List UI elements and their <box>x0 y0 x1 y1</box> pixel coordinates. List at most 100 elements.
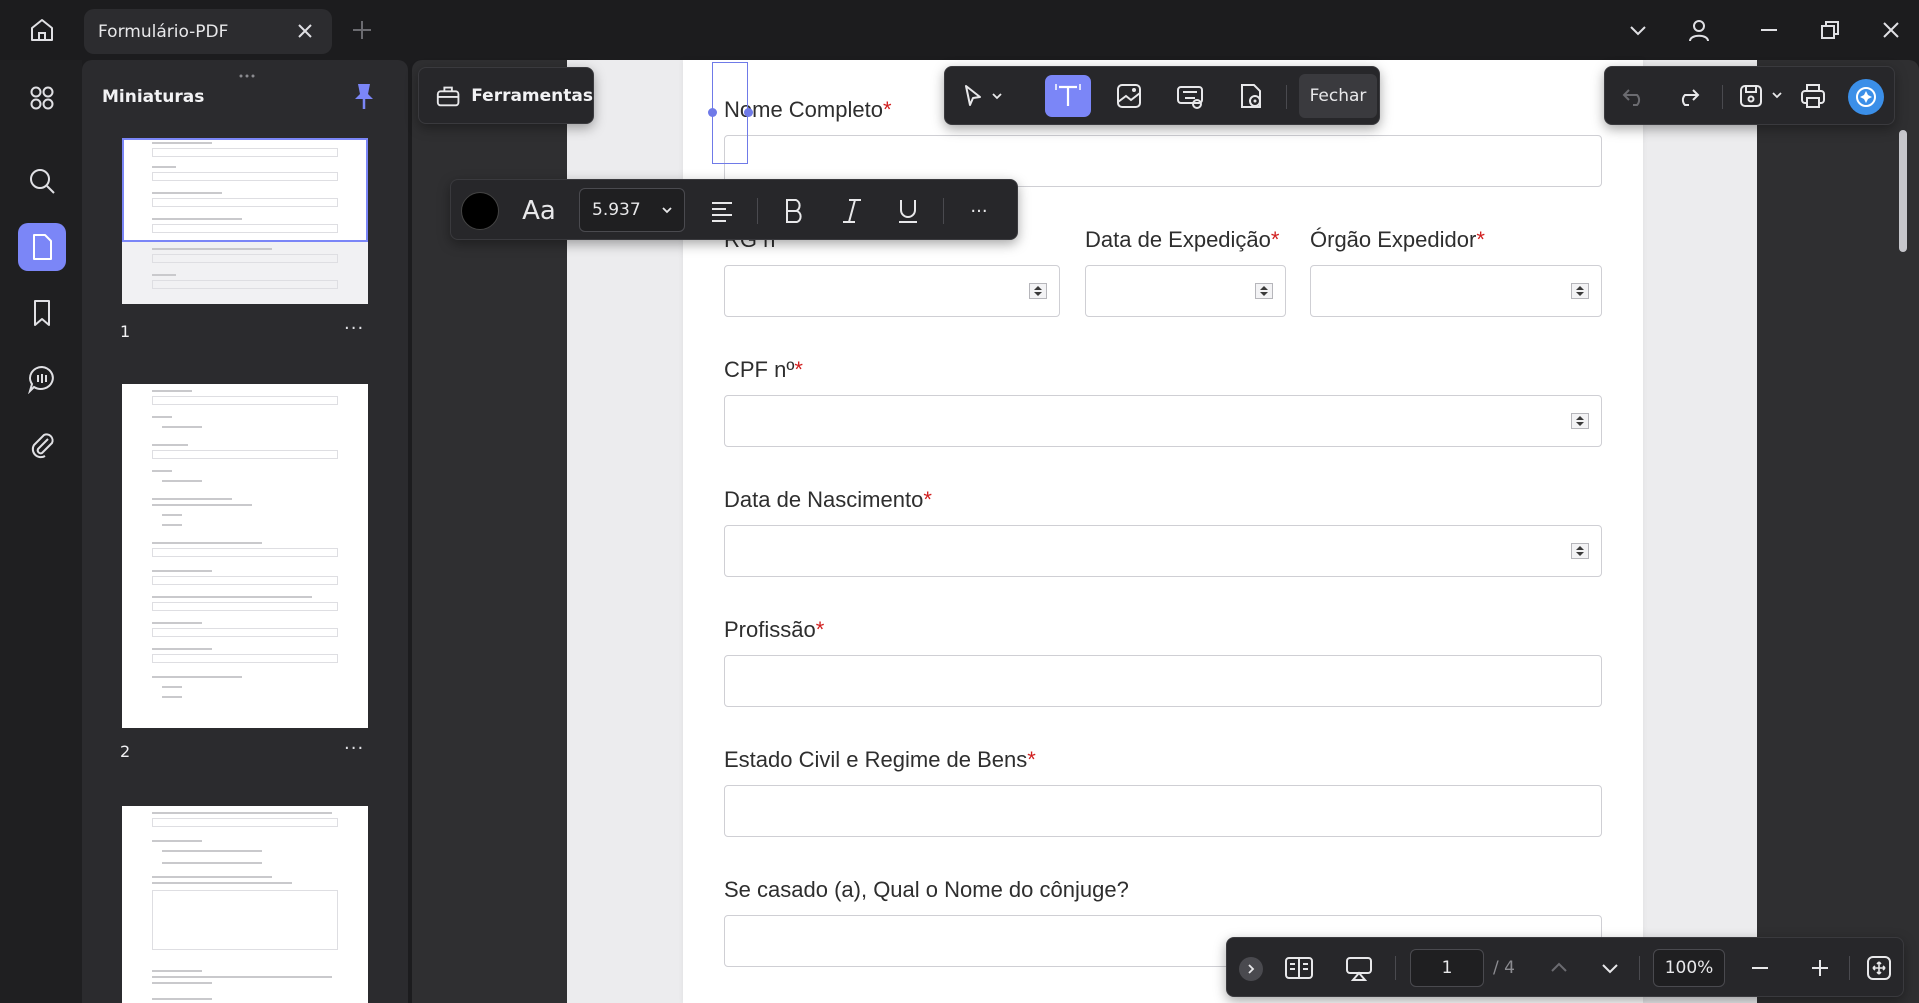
save-dropdown-icon[interactable] <box>1769 87 1785 103</box>
separator <box>1849 956 1850 980</box>
chevron-down-icon[interactable] <box>1622 14 1654 46</box>
actions-bar <box>1604 66 1895 125</box>
field-label-orgao: Órgão Expedidor* <box>1310 227 1485 252</box>
data-nascimento-input[interactable] <box>724 525 1602 577</box>
text-format-bar: Aa 5.937 ··· <box>450 179 1018 240</box>
separator <box>1722 85 1723 109</box>
restore-icon[interactable] <box>1814 14 1846 46</box>
rg-input[interactable] <box>724 265 1060 317</box>
ai-assistant-icon[interactable] <box>1848 79 1884 115</box>
separator <box>1395 956 1396 980</box>
comments-icon[interactable] <box>18 355 66 403</box>
close-window-icon[interactable] <box>1875 14 1907 46</box>
thumbnail-page-2[interactable] <box>122 384 368 728</box>
pin-icon[interactable] <box>350 80 378 112</box>
data-expedicao-input[interactable] <box>1085 265 1286 317</box>
align-icon[interactable] <box>705 194 739 228</box>
separator <box>1286 85 1287 109</box>
zoom-out-icon[interactable] <box>1745 953 1775 983</box>
estado-civil-input[interactable] <box>724 785 1602 837</box>
collapse-nav-icon[interactable] <box>1239 957 1263 981</box>
close-tab-icon[interactable] <box>294 20 316 42</box>
new-tab-icon[interactable] <box>350 18 374 42</box>
ferramentas-button[interactable]: Ferramentas <box>418 67 594 124</box>
presentation-icon[interactable] <box>1341 951 1377 985</box>
bookmark-icon[interactable] <box>18 289 66 337</box>
font-size-select[interactable]: 5.937 <box>579 188 685 232</box>
field-label-nascimento: Data de Nascimento* <box>724 487 932 512</box>
thumbnail-number: 1 <box>120 322 131 341</box>
next-page-icon[interactable] <box>1595 953 1625 983</box>
selection-handle[interactable] <box>744 108 753 117</box>
bold-icon[interactable] <box>777 194 811 228</box>
thumbnail-page-1[interactable] <box>122 138 368 304</box>
reading-mode-icon[interactable] <box>1281 951 1317 985</box>
home-icon[interactable] <box>22 12 62 48</box>
print-icon[interactable] <box>1796 79 1830 113</box>
text-selection-box[interactable] <box>712 62 748 164</box>
minimize-icon[interactable] <box>1753 14 1785 46</box>
separator <box>1639 956 1640 980</box>
add-link-icon[interactable] <box>1167 75 1213 117</box>
panel-title: Miniaturas <box>102 87 205 107</box>
thumbnails-panel: Miniaturas 1 ··· 2 ··· <box>82 60 408 1003</box>
ferramentas-label: Ferramentas <box>471 85 593 106</box>
field-label-estado-civil: Estado Civil e Regime de Bens* <box>724 747 1036 772</box>
thumbnail-more-icon[interactable]: ··· <box>344 738 364 759</box>
zoom-in-icon[interactable] <box>1805 953 1835 983</box>
document-tab[interactable]: Formulário-PDF <box>84 9 332 54</box>
panel-grip-icon[interactable] <box>232 64 262 78</box>
page-navigation-bar: 1 / 4 100% <box>1226 937 1904 997</box>
font-size-dropdown-icon <box>662 207 672 214</box>
thumbnail-page-3[interactable] <box>122 806 368 1003</box>
page-number-input[interactable]: 1 <box>1410 949 1484 987</box>
more-options-icon[interactable]: ··· <box>961 194 997 228</box>
tab-title: Formulário-PDF <box>98 21 229 42</box>
thumbnail-more-icon[interactable]: ··· <box>344 318 364 339</box>
add-watermark-icon[interactable] <box>1228 75 1274 117</box>
underline-icon[interactable] <box>891 194 925 228</box>
page-thumbnails-icon[interactable] <box>18 223 66 271</box>
field-label-expedicao: Data de Expedição* <box>1085 227 1280 252</box>
rg-spinner-icon[interactable] <box>1029 283 1047 299</box>
vertical-scrollbar[interactable] <box>1899 130 1907 252</box>
orgao-spinner-icon[interactable] <box>1571 283 1589 299</box>
edit-tools-bar: Fechar <box>944 66 1380 125</box>
search-icon[interactable] <box>18 157 66 205</box>
expedicao-spinner-icon[interactable] <box>1255 283 1273 299</box>
field-label-profissao: Profissão* <box>724 617 825 642</box>
field-label-cpf: CPF nº* <box>724 357 803 382</box>
attachment-icon[interactable] <box>18 421 66 469</box>
add-text-icon[interactable] <box>1045 75 1091 117</box>
title-bar: Formulário-PDF <box>0 0 1919 60</box>
italic-icon[interactable] <box>835 194 869 228</box>
nascimento-spinner-icon[interactable] <box>1571 543 1589 559</box>
thumbnail-number: 2 <box>120 742 131 761</box>
select-arrow-icon[interactable] <box>955 75 991 117</box>
selection-handle[interactable] <box>708 108 717 117</box>
separator <box>757 198 758 224</box>
font-size-value: 5.937 <box>592 200 641 220</box>
separator <box>943 198 944 224</box>
save-icon[interactable] <box>1735 80 1767 112</box>
apps-grid-icon[interactable] <box>18 74 66 122</box>
select-dropdown-icon[interactable] <box>987 75 1007 117</box>
toolbox-icon <box>436 86 460 106</box>
fechar-button[interactable]: Fechar <box>1299 74 1377 118</box>
total-pages: / 4 <box>1493 958 1515 978</box>
text-color-swatch[interactable] <box>461 192 499 230</box>
add-image-icon[interactable] <box>1106 75 1152 117</box>
font-family-button[interactable]: Aa <box>517 192 561 230</box>
cpf-spinner-icon[interactable] <box>1571 413 1589 429</box>
previous-page-icon[interactable] <box>1544 953 1574 983</box>
cpf-input[interactable] <box>724 395 1602 447</box>
redo-icon[interactable] <box>1673 81 1703 111</box>
profissao-input[interactable] <box>724 655 1602 707</box>
zoom-level-input[interactable]: 100% <box>1653 949 1725 987</box>
fit-page-icon[interactable] <box>1861 951 1897 985</box>
undo-icon[interactable] <box>1619 81 1649 111</box>
field-label-conjuge: Se casado (a), Qual o Nome do cônjuge? <box>724 877 1129 902</box>
left-rail <box>0 60 82 1003</box>
user-account-icon[interactable] <box>1683 14 1715 46</box>
orgao-expedidor-input[interactable] <box>1310 265 1602 317</box>
